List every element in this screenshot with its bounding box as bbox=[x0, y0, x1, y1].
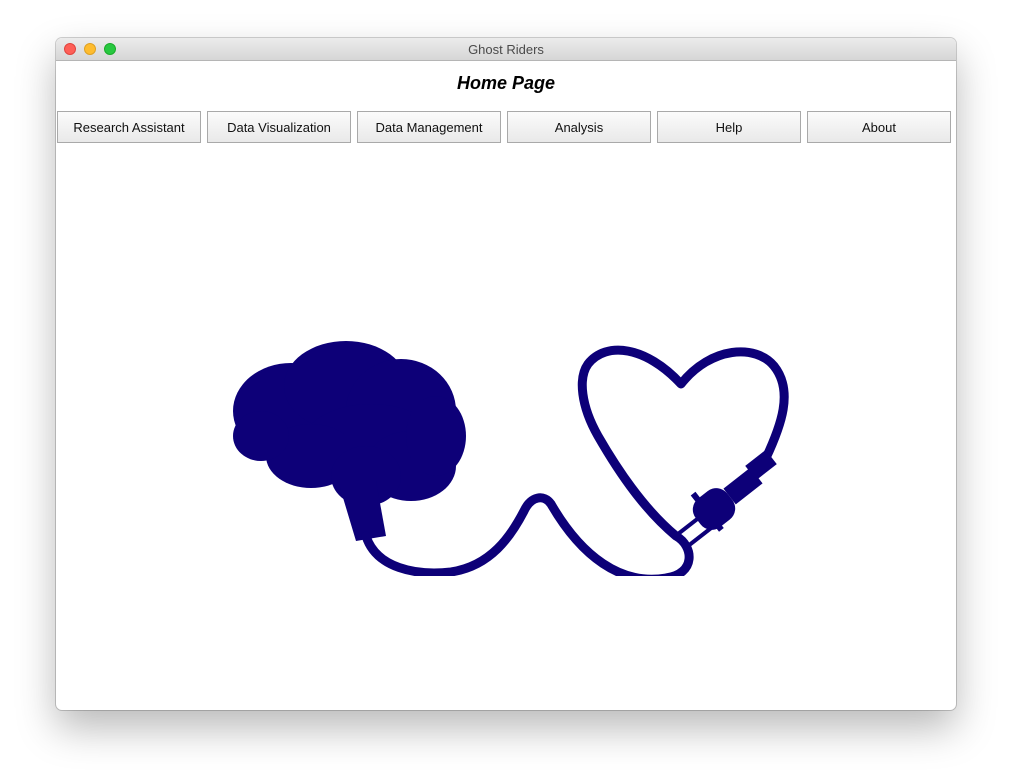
window-title: Ghost Riders bbox=[468, 42, 544, 57]
main-nav: Research Assistant Data Visualization Da… bbox=[57, 111, 955, 145]
about-button[interactable]: About bbox=[807, 111, 951, 143]
brain-icon bbox=[233, 341, 466, 541]
app-window: Ghost Riders Home Page Research Assistan… bbox=[56, 38, 956, 710]
research-assistant-button[interactable]: Research Assistant bbox=[57, 111, 201, 143]
page-title: Home Page bbox=[456, 73, 556, 93]
brain-heart-plug-icon bbox=[226, 306, 806, 584]
help-button[interactable]: Help bbox=[657, 111, 801, 143]
data-management-button[interactable]: Data Management bbox=[357, 111, 501, 143]
data-visualization-button[interactable]: Data Visualization bbox=[207, 111, 351, 143]
title-bar[interactable]: Ghost Riders bbox=[56, 38, 956, 61]
plug-icon bbox=[676, 449, 777, 548]
analysis-button[interactable]: Analysis bbox=[507, 111, 651, 143]
